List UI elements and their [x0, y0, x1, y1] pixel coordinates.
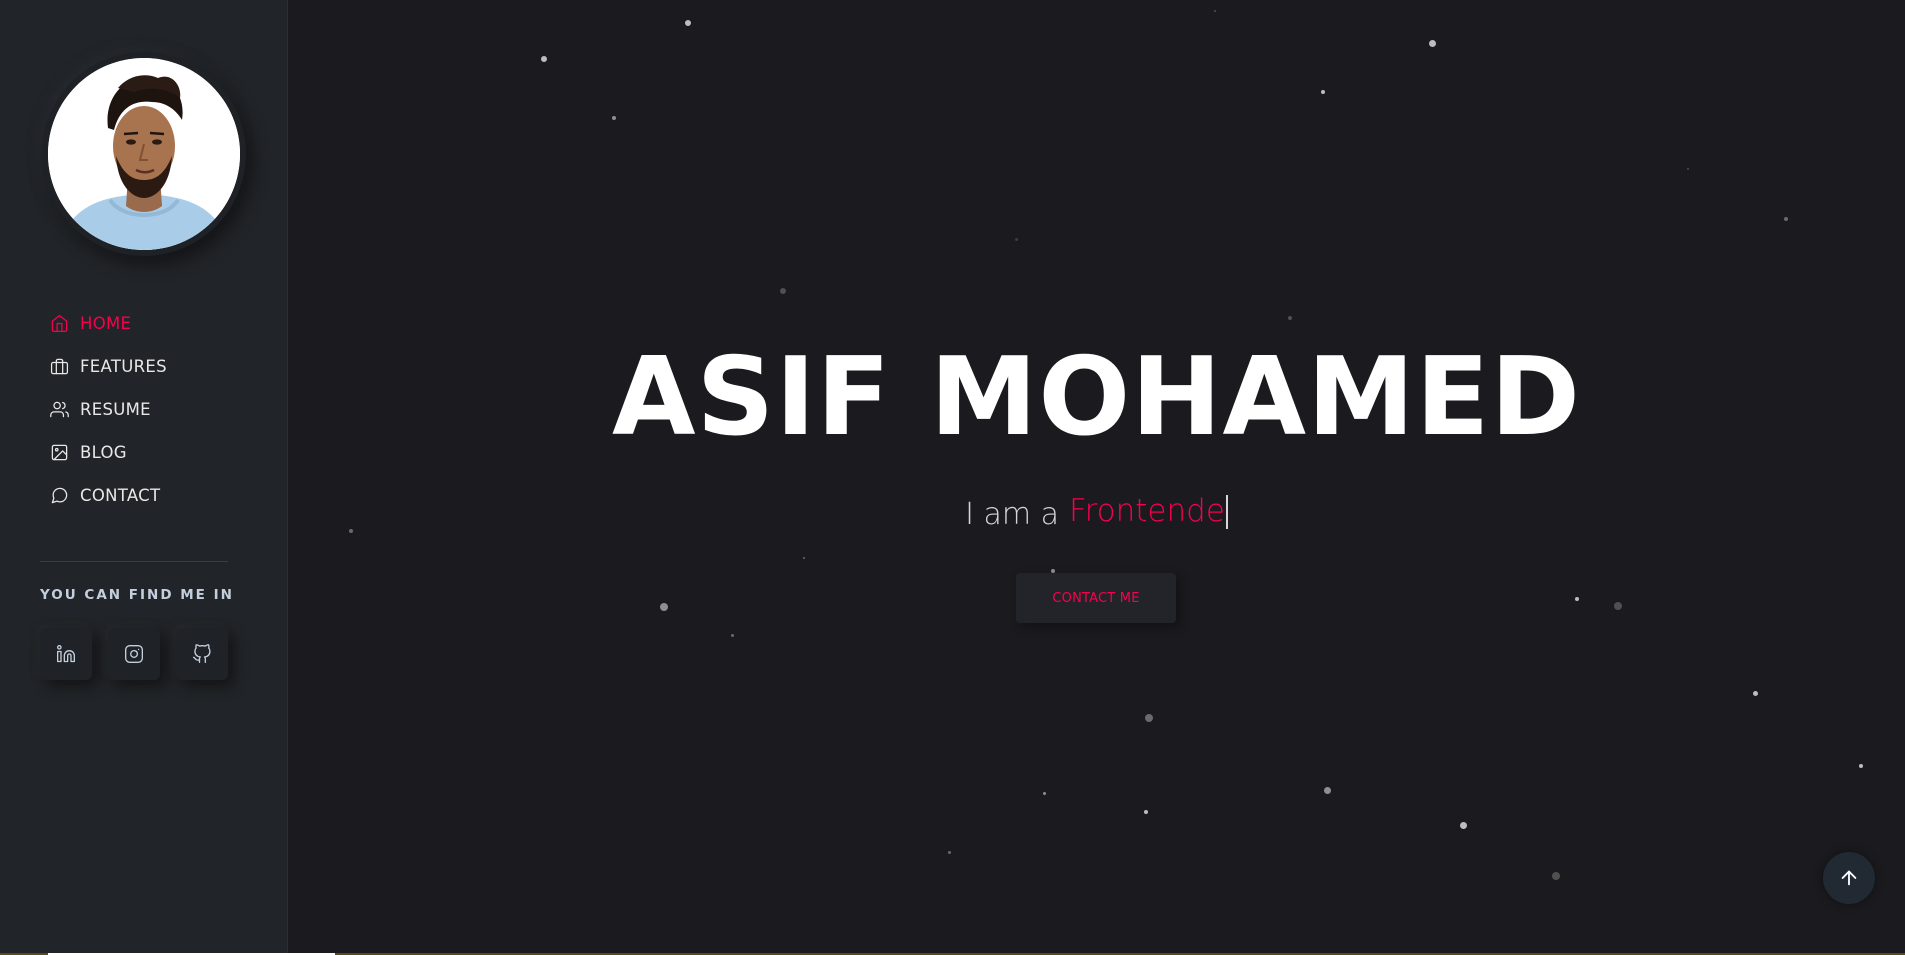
star-particle — [660, 603, 668, 611]
star-particle — [1575, 597, 1579, 601]
star-particle — [1687, 168, 1689, 170]
portfolio-app: HOME FEATURES RESUME BLOG CONTACT YOU CA… — [0, 0, 1905, 955]
star-particle — [1460, 822, 1467, 829]
main-nav: HOME FEATURES RESUME BLOG CONTACT — [50, 302, 167, 517]
nav-item-blog[interactable]: BLOG — [50, 431, 167, 474]
hero-name-title: ASIF MOHAMED — [611, 335, 1582, 460]
star-particle — [780, 288, 786, 294]
star-particle — [541, 56, 547, 62]
linkedin-icon — [57, 645, 76, 663]
star-particle — [1614, 602, 1622, 610]
star-particle — [1552, 872, 1560, 880]
star-particles-background — [288, 0, 1905, 955]
nav-item-contact[interactable]: CONTACT — [50, 474, 167, 517]
star-particle — [731, 634, 734, 637]
subtitle-prefix: I am a — [965, 497, 1060, 532]
nav-item-home[interactable]: HOME — [50, 302, 167, 345]
star-particle — [948, 851, 951, 854]
hero-subtitle: I am a Frontende — [288, 493, 1905, 533]
avatar — [48, 58, 240, 250]
github-icon — [193, 644, 211, 663]
users-icon — [50, 401, 69, 418]
nav-label-blog: BLOG — [80, 443, 127, 462]
message-circle-icon — [51, 487, 68, 504]
arrow-up-icon — [1841, 870, 1857, 886]
linkedin-button[interactable] — [40, 628, 92, 680]
social-links — [40, 628, 228, 680]
nav-item-resume[interactable]: RESUME — [50, 388, 167, 431]
star-particle — [1288, 316, 1292, 320]
hero-section: ASIF MOHAMED I am a Frontende CONTACT ME — [288, 0, 1905, 955]
star-particle — [1043, 792, 1046, 795]
nav-item-features[interactable]: FEATURES — [50, 345, 167, 388]
scroll-to-top-button[interactable] — [1823, 852, 1875, 904]
avatar-frame — [42, 52, 246, 256]
contact-me-button[interactable]: CONTACT ME — [1016, 573, 1176, 623]
star-particle — [685, 20, 691, 26]
star-particle — [1753, 691, 1758, 696]
star-particle — [1144, 810, 1148, 814]
typed-role-text: Frontende — [1069, 493, 1225, 529]
avatar-portrait-image — [48, 58, 240, 250]
star-particle — [1214, 10, 1216, 12]
github-button[interactable] — [176, 628, 228, 680]
star-particle — [803, 557, 805, 559]
image-icon — [51, 444, 68, 461]
star-particle — [1429, 40, 1436, 47]
star-particle — [1015, 238, 1018, 241]
star-particle — [1145, 714, 1153, 722]
briefcase-icon — [50, 358, 69, 375]
nav-label-features: FEATURES — [80, 357, 167, 376]
nav-label-home: HOME — [80, 314, 132, 333]
star-particle — [612, 116, 616, 120]
star-particle — [1321, 90, 1325, 94]
instagram-button[interactable] — [108, 628, 160, 680]
find-me-title: YOU CAN FIND ME IN — [40, 587, 234, 603]
star-particle — [1324, 787, 1331, 794]
nav-label-resume: RESUME — [80, 400, 151, 419]
sidebar-divider — [40, 561, 228, 562]
typing-caret — [1225, 494, 1228, 529]
instagram-icon — [125, 645, 143, 663]
star-particle — [1859, 764, 1863, 768]
sidebar: HOME FEATURES RESUME BLOG CONTACT YOU CA… — [0, 0, 288, 955]
star-particle — [1784, 217, 1788, 221]
home-icon — [51, 314, 68, 333]
nav-label-contact: CONTACT — [80, 486, 161, 505]
